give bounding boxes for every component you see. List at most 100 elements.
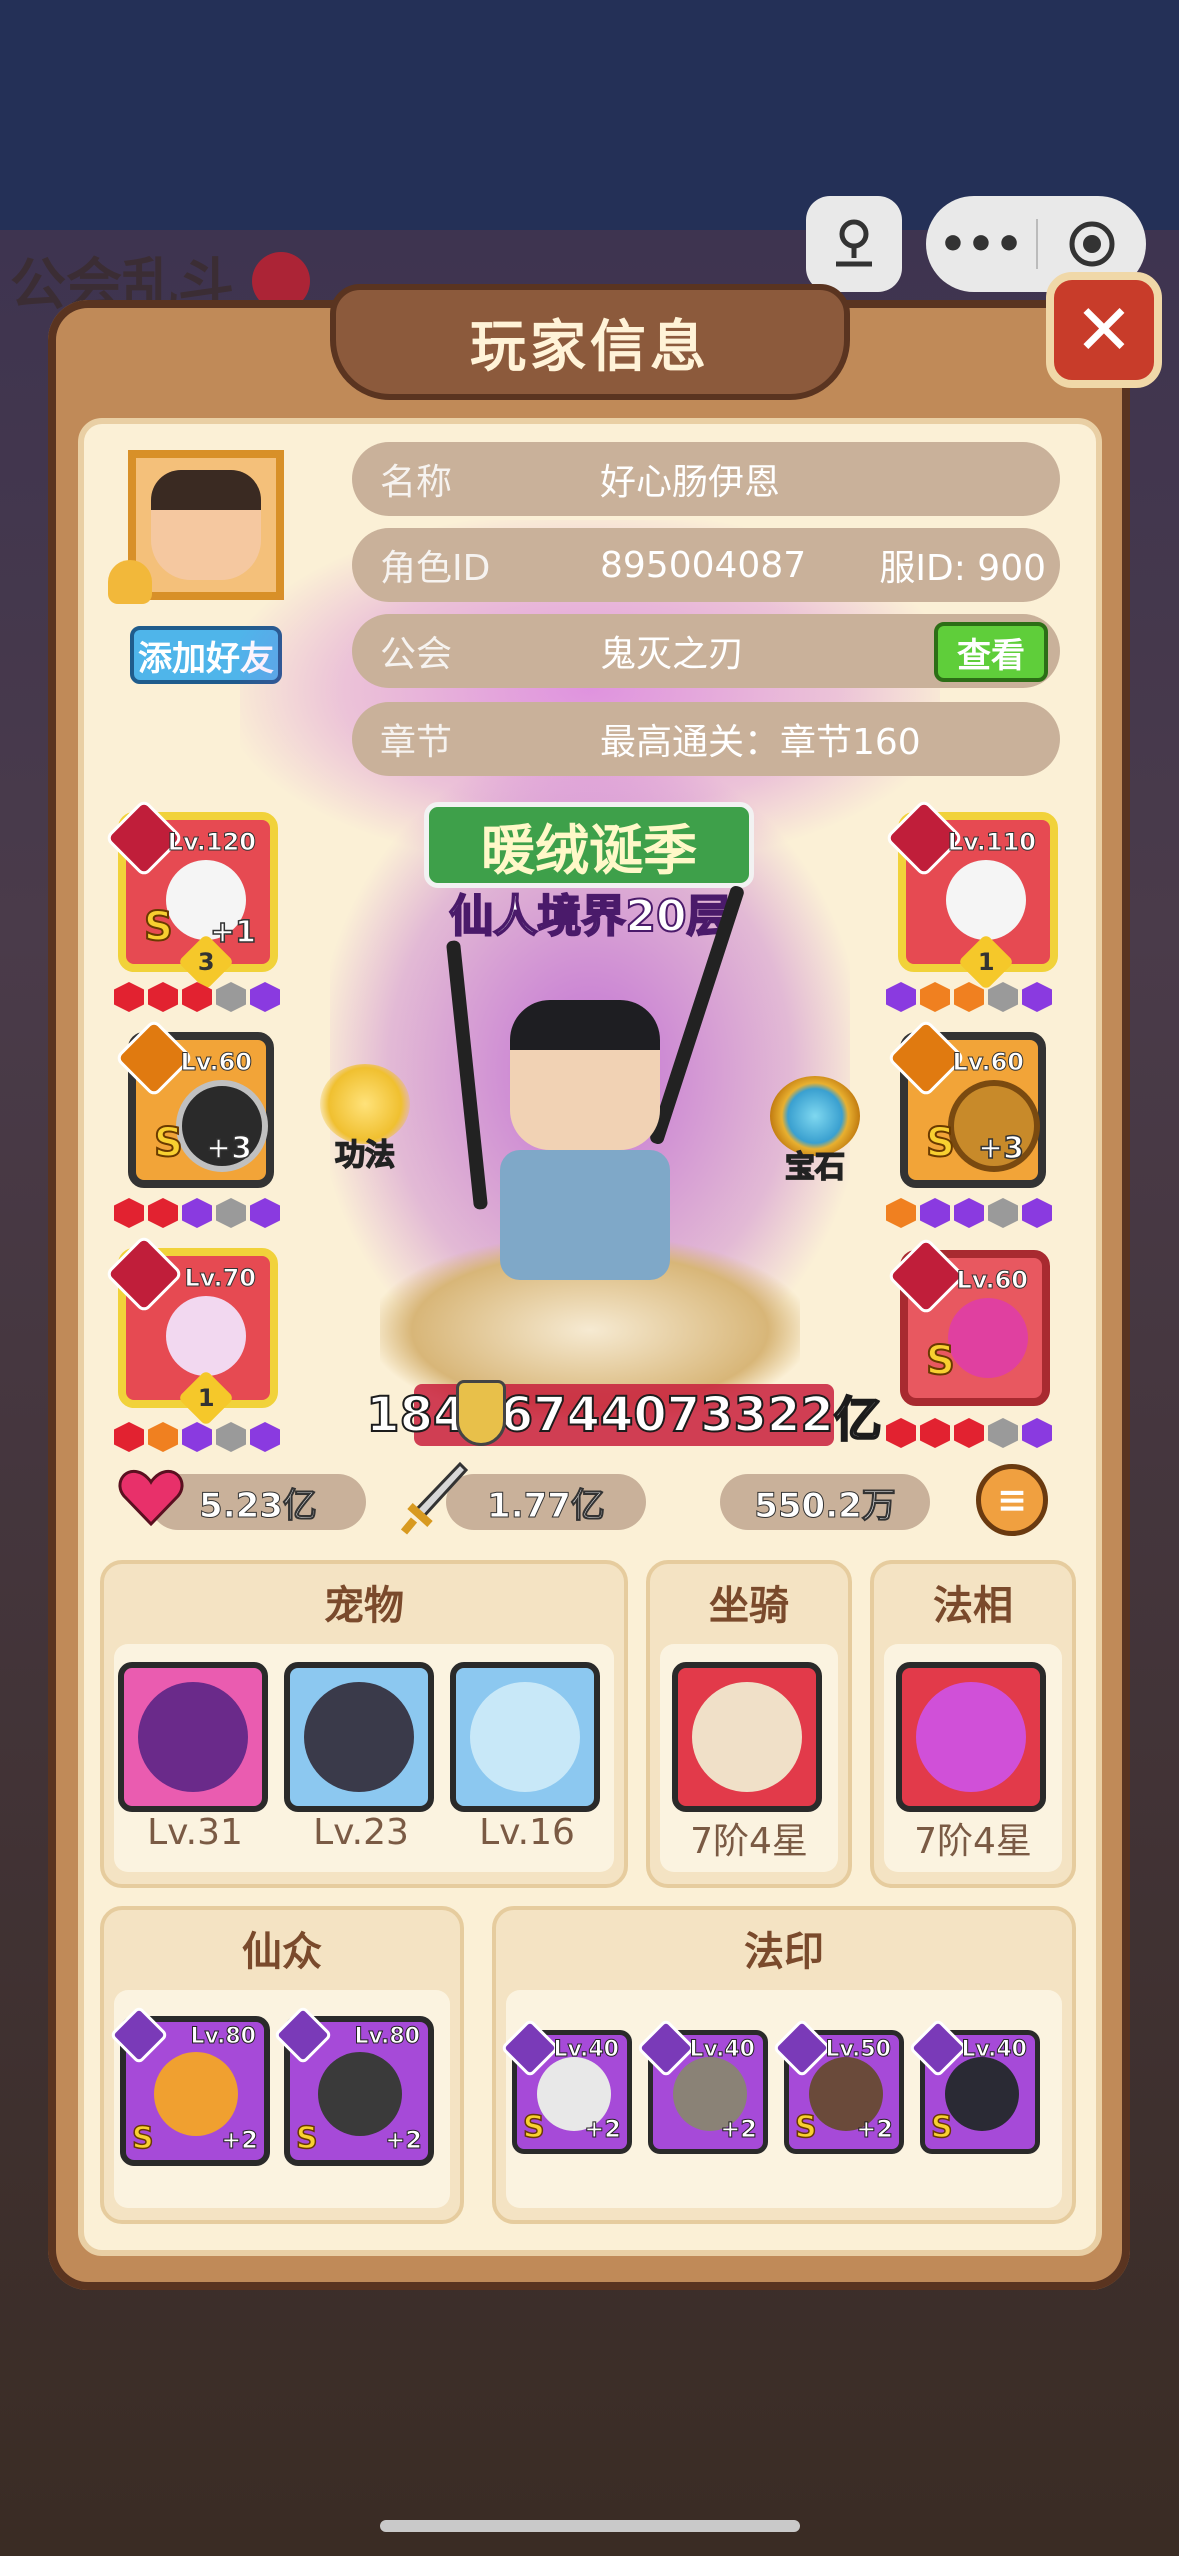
info-label: 章节 [380,722,453,763]
gem-button[interactable]: 宝石 [760,1076,870,1186]
gem-icon [250,1198,280,1228]
equip-level: Lv.60 [956,1266,1028,1295]
gem-icon [182,1198,212,1228]
equip-level: Lv.60 [180,1048,252,1077]
joystick-icon [836,219,872,267]
pets-title: 宠物 [324,1583,404,1629]
gem-icon [114,1422,144,1452]
pet-card[interactable] [118,1662,268,1812]
seal-card[interactable]: Lv.40 S [908,2018,1040,2154]
info-row-chapter: 章节 最高通关：章节160 [352,702,1060,776]
gem-icon [114,982,144,1012]
seal-grade: S [522,2109,545,2146]
dharma-card[interactable] [896,1662,1046,1812]
dharma-portrait [916,1682,1026,1792]
hero-character[interactable] [445,884,746,1300]
gem-icon [954,1198,984,1228]
exit-button[interactable] [1038,219,1146,269]
pet-portrait [470,1682,580,1792]
info-label: 名称 [380,462,453,503]
immortal-card[interactable]: Lv.80 S +2 [273,2005,434,2166]
immortal-grade: S [131,2120,154,2157]
equip-card: Lv.120 S +1 3 [104,798,278,991]
gem-row [114,1198,280,1228]
gem-icon [216,982,246,1012]
dharma-stage: 7阶4星 [914,1821,1032,1862]
realm-level: 仙人境界20层 [448,890,731,943]
home-indicator[interactable] [380,2520,800,2532]
gem-icon [114,1198,144,1228]
gem-icon [148,982,178,1012]
pet-card[interactable] [450,1662,600,1812]
gem-icon [148,1422,178,1452]
gem-icon [920,982,950,1012]
info-label: 公会 [380,634,453,675]
equip-slot-necklace[interactable]: Lv.60 S +3 [114,1018,274,1188]
seal-grade: S [930,2109,953,2146]
info-row-id: 角色ID 895004087 服ID: 900 [352,528,1060,602]
gem-icon [920,1198,950,1228]
sword-stat-icon [400,1460,470,1538]
hp-value: 5.23亿 [199,1485,318,1526]
close-button[interactable]: ✕ [1046,272,1162,388]
gem-row [886,1198,1052,1228]
detail-menu-button[interactable]: ≡ [976,1464,1048,1536]
equip-grade: S [925,1119,956,1167]
immortal-card[interactable]: Lv.80 S +2 [109,2005,270,2166]
gem-row [114,982,280,1012]
mount-stage: 7阶4星 [690,1821,808,1862]
equip-slot-armor[interactable]: Lv.110 1 [884,798,1058,991]
panel-title: 玩家信息 [470,314,710,380]
equip-star-count: 1 [977,947,995,976]
technique-label: 功法 [334,1137,396,1174]
joystick-button[interactable] [806,196,902,292]
equip-slot-weapon[interactable]: Lv.120 S +1 3 [104,798,278,991]
gem-icon [216,1198,246,1228]
equip-slot-ring[interactable]: Lv.60 S +3 [886,1018,1046,1188]
gem-icon [1022,982,1052,1012]
gem-icon [250,982,280,1012]
equip-card: Lv.70 1 [104,1234,278,1427]
technique-button[interactable]: 功法 [310,1064,420,1174]
stat-attack: 1.77亿 [446,1474,646,1530]
seal-card[interactable]: Lv.40 +2 [636,2018,768,2154]
equip-card: Lv.110 1 [884,798,1058,991]
seals-title: 法印 [744,1929,824,1975]
pet-level: Lv.16 [479,1812,575,1853]
pet-card[interactable] [284,1662,434,1812]
equip-level: Lv.120 [167,828,256,857]
bell-icon [108,560,152,604]
immortal-level: Lv.80 [354,2024,421,2050]
gem-row [114,1422,280,1452]
gem-icon [886,1418,916,1448]
gem-icon [920,1418,950,1448]
gem-row [886,982,1052,1012]
equip-grade: S [925,1337,956,1385]
gem-icon [148,1198,178,1228]
seal-plus: +2 [720,2115,758,2144]
amulet-item-icon [948,1298,1028,1378]
equip-slot-amulet[interactable]: Lv.60 S [886,1236,1050,1406]
gem-icon [988,1418,1018,1448]
gem-icon [182,982,212,1012]
pendant-item-icon [166,1296,246,1376]
gem-icon [250,1422,280,1452]
heart-icon [118,1468,184,1528]
seal-card[interactable]: Lv.40 S +2 [500,2018,632,2154]
robe-item-icon [946,860,1026,940]
immortal-level: Lv.80 [190,2024,257,2050]
immortals-title: 仙众 [242,1929,322,1975]
immortal-grade: S [295,2120,318,2157]
seal-portrait [945,2057,1019,2131]
more-button[interactable]: ••• [926,219,1036,270]
equip-plus: +3 [205,1130,253,1167]
mount-title: 坐骑 [709,1583,789,1629]
view-guild-button[interactable]: 查看 [934,622,1048,682]
equip-slot-accessory[interactable]: Lv.70 1 [104,1234,278,1427]
seal-plus: +2 [856,2115,894,2144]
mount-card[interactable] [672,1662,822,1812]
equip-plus: +3 [977,1130,1025,1167]
info-label: 角色ID [380,548,491,589]
panel-title-banner: 玩家信息 [330,284,850,400]
seal-card[interactable]: Lv.50 S +2 [772,2018,904,2154]
